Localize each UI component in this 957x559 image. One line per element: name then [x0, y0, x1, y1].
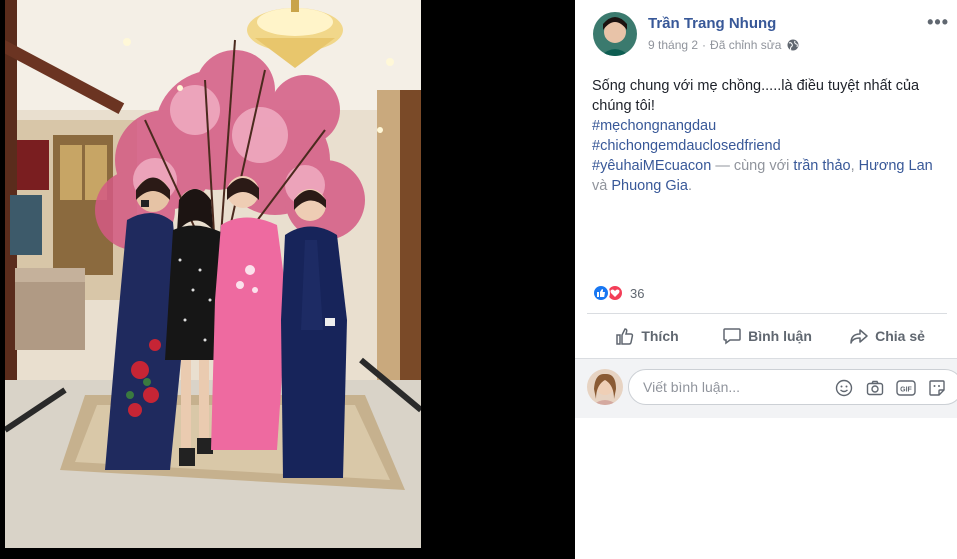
author-avatar[interactable]: [593, 12, 637, 56]
hashtag-link[interactable]: #yêuhaiMEcuacon: [592, 158, 711, 174]
tagged-person[interactable]: Hương Lan: [859, 158, 933, 174]
gif-icon[interactable]: GIF: [896, 378, 916, 398]
with-text: — cùng với: [711, 158, 794, 174]
comment-button[interactable]: Bình luận: [707, 318, 827, 354]
share-button[interactable]: Chia sẻ: [827, 318, 947, 354]
share-label: Chia sẻ: [875, 328, 925, 344]
post-date[interactable]: 9 tháng 2: [648, 38, 698, 52]
and-text: và: [592, 178, 612, 194]
thumbs-up-icon: [616, 328, 634, 345]
tagged-person[interactable]: Phuong Gia: [611, 178, 688, 194]
tagged-person[interactable]: trần thảo: [793, 158, 850, 174]
comment-placeholder: Viết bình luận...: [643, 379, 741, 395]
post-body: Sống chung với mẹ chồng.....là điều tuyệ…: [592, 78, 920, 114]
camera-icon[interactable]: [865, 378, 885, 398]
user-avatar[interactable]: [587, 369, 623, 405]
svg-text:GIF: GIF: [900, 387, 912, 394]
sticker-icon[interactable]: [927, 378, 947, 398]
comment-input[interactable]: Viết bình luận... GIF: [628, 369, 957, 405]
globe-icon[interactable]: [787, 39, 799, 51]
like-icon: [592, 284, 610, 302]
photo-viewer: [0, 0, 575, 559]
post-text: Sống chung với mẹ chồng.....là điều tuyệ…: [592, 76, 948, 196]
comma-text: ,: [850, 158, 859, 174]
edited-label[interactable]: Đã chỉnh sửa: [710, 38, 781, 52]
meta-separator: ·: [702, 38, 707, 52]
post-panel: Trần Trang Nhung 9 tháng 2 · Đã chỉnh sử…: [575, 0, 957, 559]
author-name[interactable]: Trần Trang Nhung: [648, 15, 776, 32]
divider: [587, 313, 947, 314]
comment-icon: [723, 328, 741, 345]
post-meta: 9 tháng 2 · Đã chỉnh sửa: [648, 38, 799, 52]
emoji-icon[interactable]: [834, 378, 854, 398]
hashtag-link[interactable]: #mẹchongnangdau: [592, 116, 948, 136]
more-options-icon[interactable]: •••: [927, 12, 949, 33]
like-label: Thích: [641, 328, 679, 344]
reaction-summary[interactable]: 36: [592, 284, 644, 302]
like-button[interactable]: Thích: [587, 318, 707, 354]
reaction-count: 36: [630, 285, 645, 301]
post-photo[interactable]: [5, 0, 421, 548]
period-text: .: [687, 178, 692, 194]
hashtag-link[interactable]: #chichongemdauclosedfriend: [592, 136, 948, 156]
share-icon: [850, 329, 868, 344]
comment-composer: Viết bình luận... GIF: [575, 358, 957, 418]
comment-label: Bình luận: [748, 328, 812, 344]
action-bar: Thích Bình luận Chia sẻ: [587, 318, 947, 354]
